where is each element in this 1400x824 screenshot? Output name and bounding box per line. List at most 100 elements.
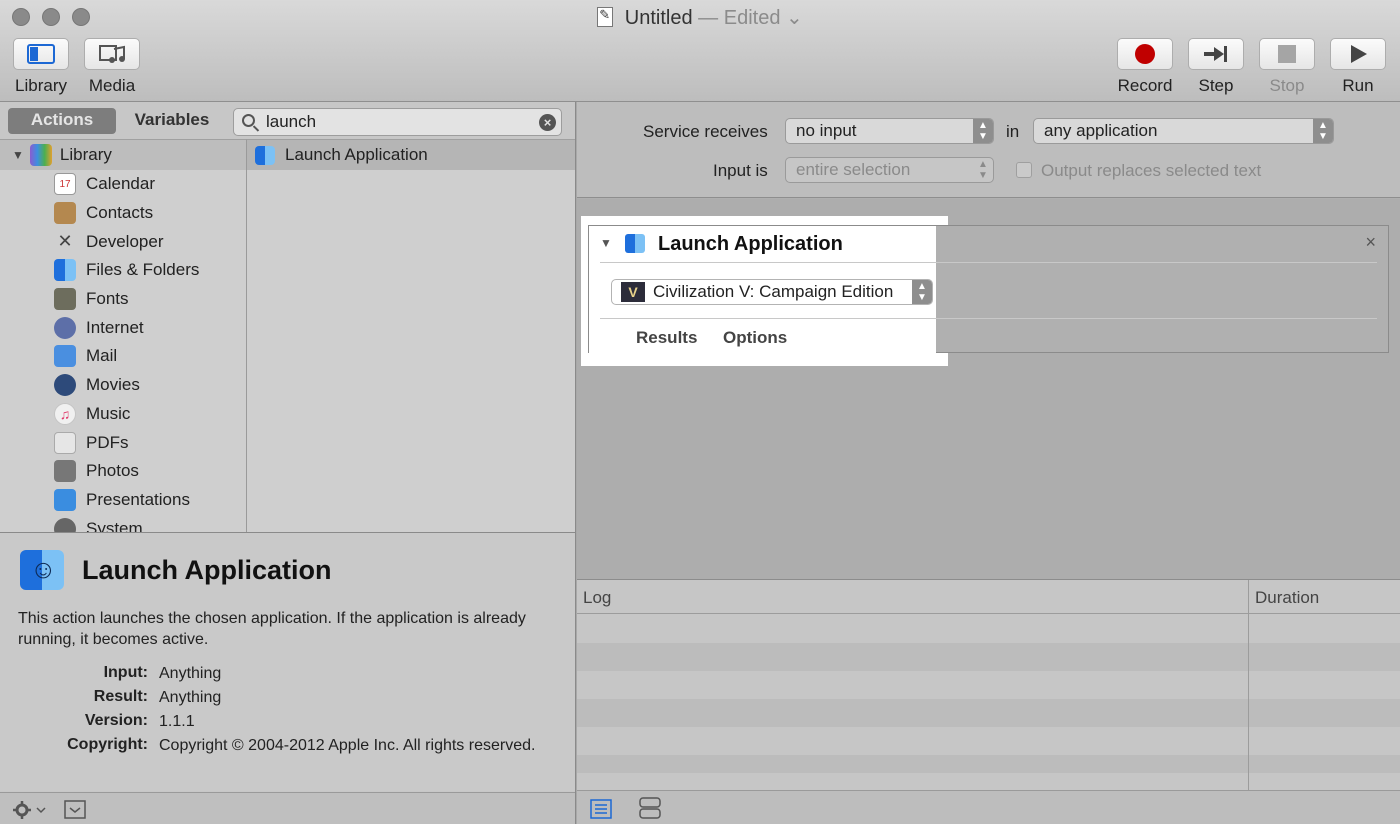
sidebar-item-label: Movies: [86, 375, 140, 395]
list-item[interactable]: Launch Application: [247, 140, 575, 170]
sidebar-item-pdfs[interactable]: PDFs: [0, 428, 246, 457]
sidebar-item-mail[interactable]: Mail: [0, 342, 246, 371]
output-replaces-checkbox[interactable]: [1016, 162, 1032, 178]
window-title[interactable]: Untitled — Edited ⌄: [0, 5, 1400, 30]
disclosure-triangle-icon[interactable]: ▼: [12, 148, 24, 162]
mail-icon: [54, 345, 76, 368]
input-is-value: entire selection: [796, 160, 911, 179]
sidebar-item-label: Internet: [86, 317, 144, 337]
search-icon: [242, 114, 255, 127]
close-icon[interactable]: ×: [1365, 232, 1376, 253]
developer-icon: ✕: [57, 231, 73, 252]
sidebar-item-internet[interactable]: Internet: [0, 313, 246, 342]
sidebar-item-fonts[interactable]: Fonts: [0, 285, 246, 314]
service-input-popup[interactable]: no input ▲ ▼: [785, 118, 994, 144]
run-button[interactable]: Run: [1330, 38, 1386, 96]
tab-actions[interactable]: Actions: [8, 108, 116, 134]
version-value: 1.1.1: [159, 713, 195, 730]
library-sidebar-icon: [27, 44, 55, 64]
log-column-header[interactable]: Log: [583, 588, 611, 608]
search-input[interactable]: [266, 112, 526, 132]
gear-icon[interactable]: [13, 801, 47, 819]
library-footer: [0, 792, 575, 824]
description-title: Launch Application: [82, 555, 332, 585]
step-icon: [1204, 46, 1227, 62]
step-button[interactable]: Step: [1188, 38, 1244, 96]
presentations-icon: [54, 488, 76, 511]
table-row: [577, 643, 1400, 671]
sidebar-item-system[interactable]: System: [0, 514, 246, 532]
results-button[interactable]: Results: [636, 328, 697, 348]
sidebar-item-presentations[interactable]: Presentations: [0, 486, 246, 515]
output-replaces-label: Output replaces selected text: [1041, 161, 1262, 180]
collapse-triangle-icon[interactable]: ▼: [600, 236, 612, 250]
sidebar-item-label: Contacts: [86, 203, 154, 223]
finder-icon: [255, 145, 275, 165]
sidebar-item-developer[interactable]: ✕ Developer: [0, 227, 246, 256]
action-card-title: Launch Application: [658, 233, 843, 255]
chevron-down-icon: ⌄: [786, 7, 803, 29]
library-books-icon: [29, 144, 52, 166]
column-divider[interactable]: [1248, 580, 1249, 791]
application-chooser-value: Civilization V: Campaign Edition: [653, 282, 894, 301]
split-view-icon[interactable]: [639, 797, 661, 819]
workflow-area[interactable]: ▼ Launch Application × V Civilization V:…: [577, 199, 1400, 579]
pdf-icon: [54, 431, 76, 454]
launch-application-action[interactable]: ▼ Launch Application × V Civilization V:…: [588, 225, 1389, 354]
action-result-label: Launch Application: [285, 145, 428, 164]
sidebar-item-files-folders[interactable]: Files & Folders: [0, 256, 246, 285]
sidebar-item-label: Photos: [86, 461, 139, 481]
log-header-row: Log Duration: [577, 580, 1400, 614]
library-pane: Actions Variables × ▼ Library 17 Calendar…: [0, 102, 576, 824]
table-row: [577, 755, 1400, 773]
fonts-icon: [54, 288, 76, 311]
library-root-label: Library: [59, 145, 112, 164]
service-receives-label: Service receives: [643, 122, 768, 141]
copyright-value: Copyright © 2004-2012 Apple Inc. All rig…: [159, 737, 536, 754]
document-icon: [597, 7, 614, 27]
in-label: in: [1006, 122, 1020, 141]
sidebar-item-label: System: [86, 518, 143, 532]
table-row: [577, 699, 1400, 727]
list-view-icon[interactable]: [590, 799, 612, 819]
library-category-list[interactable]: ▼ Library 17 Calendar Contacts ✕ Developer Fi…: [0, 139, 247, 532]
sidebar-item-label: Mail: [86, 346, 118, 366]
divider: [600, 262, 1377, 263]
workflow-footer: [577, 790, 1400, 824]
duration-column-header[interactable]: Duration: [1255, 588, 1319, 608]
description-metadata: Input: Anything Result: Anything Version: 1…: [18, 661, 539, 757]
application-chooser-popup[interactable]: V Civilization V: Campaign Edition ▲ ▼: [611, 279, 933, 305]
copyright-key: Copyright:: [67, 736, 148, 753]
sidebar-item-label: Calendar: [86, 174, 155, 194]
record-button[interactable]: Record: [1117, 38, 1173, 96]
library-root-item[interactable]: ▼ Library: [0, 140, 246, 170]
input-is-popup[interactable]: entire selection ▲ ▼: [785, 157, 994, 183]
sidebar-item-label: Developer: [86, 231, 164, 251]
toggle-description-icon[interactable]: [64, 800, 86, 820]
stop-button[interactable]: Stop: [1259, 38, 1315, 96]
sidebar-item-music[interactable]: ♫ Music: [0, 400, 246, 429]
sidebar-item-label: Presentations: [86, 489, 190, 509]
workflow-pane: Service receives no input ▲ ▼ in any appl…: [577, 102, 1400, 824]
search-field[interactable]: ×: [233, 108, 562, 136]
options-button[interactable]: Options: [723, 328, 787, 348]
application-popup[interactable]: any application ▲ ▼: [1033, 118, 1334, 144]
sidebar-item-photos[interactable]: Photos: [0, 457, 246, 486]
music-icon: ♫: [54, 402, 76, 425]
input-value: Anything: [159, 665, 222, 682]
sidebar-item-movies[interactable]: Movies: [0, 371, 246, 400]
action-results-list[interactable]: Launch Application: [247, 139, 575, 532]
sidebar-item-calendar[interactable]: 17 Calendar: [0, 170, 246, 199]
library-button[interactable]: Library: [13, 38, 69, 96]
play-icon: [1351, 45, 1367, 63]
edited-status: — Edited: [698, 7, 781, 29]
service-input-value: no input: [796, 121, 857, 140]
tab-variables[interactable]: Variables: [116, 108, 228, 134]
civilization-app-icon: V: [621, 282, 645, 302]
calendar-icon: 17: [54, 173, 76, 196]
clear-search-icon[interactable]: ×: [539, 114, 556, 131]
media-button[interactable]: Media: [84, 38, 140, 96]
internet-icon: [54, 316, 76, 339]
sidebar-item-contacts[interactable]: Contacts: [0, 199, 246, 228]
category-items: 17 Calendar Contacts ✕ Developer Files & Fold…: [0, 170, 246, 532]
